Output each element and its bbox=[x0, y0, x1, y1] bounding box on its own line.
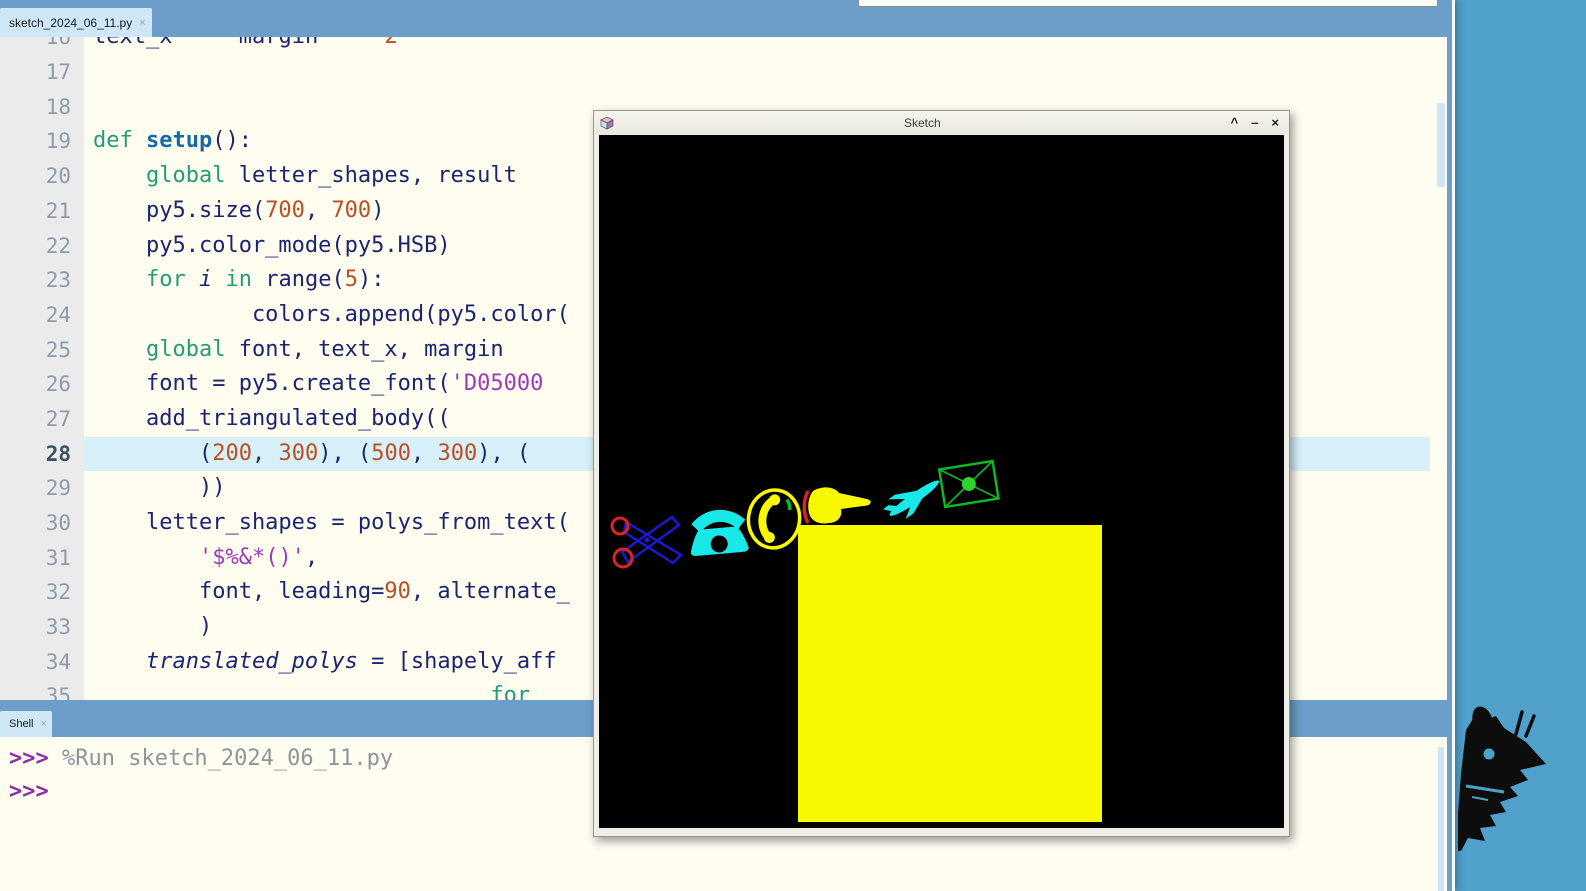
line-number: 21 bbox=[0, 194, 84, 229]
sketch-titlebar[interactable]: Sketch ^ – × bbox=[594, 111, 1289, 135]
shell-scrollbar-thumb[interactable] bbox=[1438, 747, 1444, 891]
line-number: 35 bbox=[0, 679, 84, 700]
line-number: 29 bbox=[0, 471, 84, 506]
shell-tab-label: Shell bbox=[9, 718, 33, 730]
tab-close-icon[interactable]: × bbox=[139, 17, 145, 29]
sketch-window: Sketch ^ – × bbox=[593, 110, 1290, 837]
scissors-icon bbox=[609, 513, 683, 569]
line-number: 30 bbox=[0, 506, 84, 541]
line-number: 31 bbox=[0, 541, 84, 576]
sketch-window-title: Sketch bbox=[614, 116, 1231, 130]
background-window-edge bbox=[858, 0, 1438, 7]
line-number: 26 bbox=[0, 367, 84, 402]
code-line[interactable] bbox=[84, 55, 1430, 90]
yellow-square bbox=[798, 525, 1102, 822]
editor-gutter: 1617181920212223242526272829303132333435 bbox=[0, 37, 84, 700]
line-number: 22 bbox=[0, 229, 84, 264]
line-number: 16 bbox=[0, 37, 84, 55]
tab-shell[interactable]: Shell × bbox=[0, 711, 52, 737]
line-number: 23 bbox=[0, 263, 84, 298]
line-number: 27 bbox=[0, 402, 84, 437]
line-number: 28 bbox=[0, 437, 84, 472]
line-number: 34 bbox=[0, 645, 84, 680]
editor-scrollbar-thumb[interactable] bbox=[1437, 103, 1445, 187]
tab-close-icon[interactable]: × bbox=[40, 718, 46, 730]
line-number: 33 bbox=[0, 610, 84, 645]
code-line[interactable]: text_x margin 2 bbox=[84, 37, 1430, 55]
sketch-canvas bbox=[599, 135, 1284, 828]
envelope-icon bbox=[936, 458, 1002, 513]
line-number: 32 bbox=[0, 575, 84, 610]
phone-circle-icon bbox=[742, 484, 807, 553]
py5-app-icon bbox=[600, 116, 614, 130]
line-number: 19 bbox=[0, 124, 84, 159]
line-number: 24 bbox=[0, 298, 84, 333]
close-button[interactable]: × bbox=[1271, 111, 1279, 135]
xfce-mouse-logo bbox=[1458, 702, 1550, 860]
telephone-icon bbox=[685, 501, 751, 558]
minimize-button[interactable]: – bbox=[1251, 111, 1258, 135]
line-number: 25 bbox=[0, 333, 84, 368]
shade-button[interactable]: ^ bbox=[1231, 111, 1239, 135]
editor-tab-label: sketch_2024_06_11.py bbox=[9, 16, 132, 30]
line-number: 20 bbox=[0, 159, 84, 194]
line-number: 17 bbox=[0, 55, 84, 90]
tab-editor-file[interactable]: sketch_2024_06_11.py × bbox=[0, 8, 152, 37]
line-number: 18 bbox=[0, 90, 84, 125]
pointing-hand-icon bbox=[801, 485, 877, 529]
